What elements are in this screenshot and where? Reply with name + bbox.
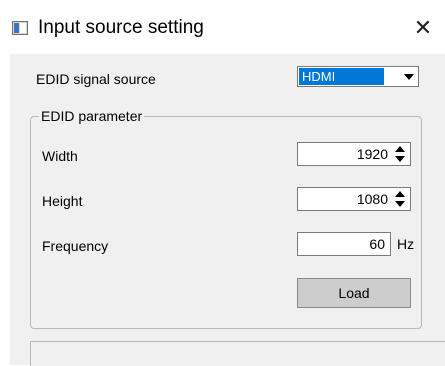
dialog-body: EDID signal source HDMI EDID parameter W… [10, 54, 445, 366]
spin-up-icon[interactable] [395, 191, 405, 197]
edid-source-label: EDID signal source [36, 71, 156, 87]
load-button[interactable]: Load [297, 278, 411, 308]
width-label: Width [42, 148, 78, 164]
frequency-label: Frequency [42, 238, 109, 254]
frequency-unit: Hz [397, 236, 415, 252]
spin-down-icon[interactable] [395, 201, 405, 207]
title-bar: Input source setting ✕ [0, 0, 445, 54]
window-title: Input source setting [38, 17, 204, 38]
spin-down-icon[interactable] [395, 156, 405, 162]
edid-source-select[interactable]: HDMI [297, 66, 419, 87]
height-spinner[interactable]: 1080 [297, 187, 411, 211]
width-spin-arrows[interactable] [395, 146, 405, 162]
height-value[interactable]: 1080 [357, 191, 388, 208]
frequency-value[interactable]: 60 [369, 236, 385, 253]
frequency-input[interactable]: 60 [297, 232, 391, 256]
dropdown-arrow-icon[interactable] [404, 74, 414, 80]
width-spinner[interactable]: 1920 [297, 142, 411, 166]
edid-parameter-title: EDID parameter [39, 107, 145, 125]
spin-up-icon[interactable] [395, 146, 405, 152]
app-icon [12, 21, 28, 35]
close-icon[interactable]: ✕ [408, 14, 438, 44]
status-bar [30, 341, 445, 366]
height-spin-arrows[interactable] [395, 191, 405, 207]
edid-source-selected: HDMI [299, 68, 384, 85]
height-label: Height [42, 193, 83, 209]
width-value[interactable]: 1920 [357, 146, 388, 163]
